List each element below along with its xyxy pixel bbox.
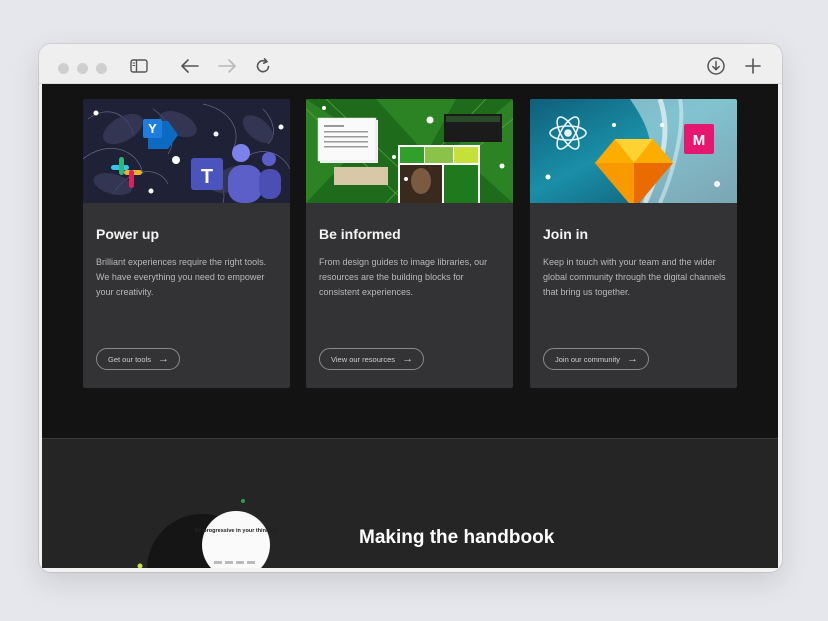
card-description: Keep in touch with your team and the wid…: [543, 257, 726, 297]
arrow-right-icon: →: [157, 352, 169, 365]
card-description: Brilliant experiences require the right …: [96, 257, 267, 297]
close-window-button[interactable]: [58, 63, 69, 74]
svg-text:M: M: [693, 132, 706, 149]
sidebar-toggle-icon[interactable]: [127, 54, 151, 78]
arrow-left-icon[interactable]: [178, 54, 202, 78]
arrow-right-icon[interactable]: [215, 54, 239, 78]
button-label: Join our community: [555, 354, 621, 364]
join-our-community-button[interactable]: Join our community →: [543, 348, 650, 370]
button-label: View our resources: [331, 354, 396, 364]
get-our-tools-button[interactable]: Get our tools →: [96, 348, 180, 370]
card-power-up: Y T Power up Brilliant experiences requi…: [83, 99, 290, 388]
card-title: Power up: [96, 226, 160, 242]
svg-text:T: T: [201, 166, 213, 188]
zoom-window-button[interactable]: [96, 63, 107, 74]
section-heading: Making the handbook: [359, 527, 555, 548]
card-image-community: M: [530, 99, 737, 203]
cards-section: Y T Power up Brilliant experiences requi…: [42, 84, 778, 438]
reload-icon[interactable]: [251, 54, 275, 78]
plus-icon[interactable]: [741, 54, 765, 78]
card-image-tools: Y T: [83, 99, 290, 203]
browser-toolbar: [39, 44, 782, 84]
view-our-resources-button[interactable]: View our resources →: [319, 348, 425, 370]
download-icon[interactable]: [704, 54, 728, 78]
miro-icon: M: [684, 124, 714, 154]
card-title: Be informed: [319, 226, 401, 242]
page-viewport: Y T Power up Brilliant experiences requi…: [42, 84, 778, 568]
handbook-section: Be progressive in your thinking Making t…: [42, 438, 778, 568]
thumbnail-title: Be progressive in your thinking: [195, 528, 278, 534]
card-title: Join in: [543, 226, 589, 242]
card-join-in: M Join in Keep in touch with your team a…: [530, 99, 737, 388]
handbook-illustration: Be progressive in your thinking: [137, 499, 278, 568]
svg-text:Y: Y: [148, 121, 157, 136]
card-description: From design guides to image libraries, o…: [319, 257, 488, 297]
button-label: Get our tools: [108, 354, 151, 364]
card-be-informed: Be informed From design guides to image …: [306, 99, 513, 388]
arrow-right-icon: →: [627, 352, 639, 365]
card-image-resources: [306, 99, 513, 203]
browser-window: Y T Power up Brilliant experiences requi…: [39, 44, 782, 572]
minimize-window-button[interactable]: [77, 63, 88, 74]
arrow-right-icon: →: [402, 352, 414, 365]
